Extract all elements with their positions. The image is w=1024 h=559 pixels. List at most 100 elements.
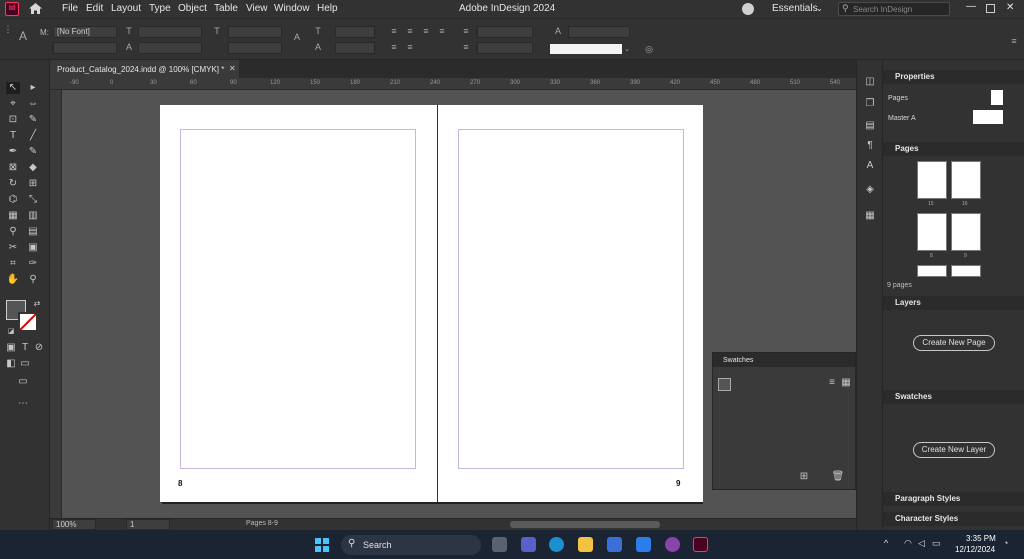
gap-tool-icon[interactable]: ⇔: [26, 98, 40, 110]
type-tool-icon[interactable]: T: [6, 130, 20, 142]
transform-tool-icon[interactable]: ⌗: [6, 258, 20, 270]
new-swatch-icon[interactable]: ⊞: [797, 471, 811, 483]
horizontal-ruler[interactable]: -90 0 30 60 90 120 150 180 210 240 270 300 330 360 390…: [50, 78, 856, 90]
clock-time[interactable]: 3:35 PM: [966, 534, 996, 543]
formatting-container-icon[interactable]: ▣: [4, 342, 18, 354]
workspace-switcher[interactable]: Essentials: [772, 3, 818, 14]
menu-help[interactable]: Help: [317, 3, 338, 14]
paragraph-icon[interactable]: ¶: [863, 140, 877, 152]
pages-panel-header[interactable]: Pages: [883, 142, 1024, 156]
page-thumbnail-16[interactable]: [951, 161, 981, 199]
zoom-field[interactable]: 100%: [52, 519, 96, 530]
line-tool-icon[interactable]: ╱: [26, 130, 40, 142]
frame-tool-icon[interactable]: ⊠: [6, 162, 20, 174]
chevron-up-icon[interactable]: ^: [884, 538, 888, 548]
zoom-tool-icon[interactable]: ⚲: [26, 274, 40, 286]
mail-icon[interactable]: [636, 537, 651, 552]
justify-all-icon[interactable]: ≡: [405, 43, 415, 52]
crop-tool-icon[interactable]: ⊡: [6, 114, 20, 126]
swatches-floating-panel[interactable]: Swatches ≡ ▦ ⊞ 🗑: [712, 352, 856, 490]
layers-panel-header[interactable]: Layers: [883, 296, 1024, 310]
color-theme-tool-icon[interactable]: ✑: [26, 258, 40, 270]
space-before-field[interactable]: [477, 42, 533, 54]
grid-view-icon[interactable]: ▦: [839, 377, 853, 389]
free-transform-tool-icon[interactable]: ⊞: [26, 178, 40, 190]
character-style-icon[interactable]: A: [292, 33, 302, 42]
scissors-tool-icon[interactable]: ✂: [6, 242, 20, 254]
chrome-icon[interactable]: [665, 537, 680, 552]
note-tool-icon[interactable]: ▣: [26, 242, 40, 254]
align-left-icon[interactable]: ≡: [389, 27, 399, 36]
notification-icon[interactable]: ◔: [1003, 538, 1008, 548]
panel-menu-icon[interactable]: ≡: [1009, 37, 1019, 46]
paragraph-style-icon[interactable]: A: [553, 27, 563, 36]
properties-panel-header[interactable]: Properties: [883, 70, 1024, 84]
store-icon[interactable]: [607, 537, 622, 552]
justify-icon[interactable]: ≡: [437, 27, 447, 36]
table-tool-icon[interactable]: ▦: [6, 210, 20, 222]
properties-icon[interactable]: ◫: [863, 76, 877, 88]
left-indent-field[interactable]: [477, 26, 533, 38]
menu-object[interactable]: Object: [178, 3, 207, 14]
chevron-down-icon[interactable]: ⌄: [816, 4, 823, 13]
close-button[interactable]: ✕: [1006, 2, 1014, 13]
indesign-taskbar-icon[interactable]: [693, 537, 708, 552]
character-formatting-icon[interactable]: A: [16, 29, 30, 43]
space-before-icon[interactable]: ≡: [461, 43, 471, 52]
chevron-down-icon[interactable]: ⌄: [622, 45, 632, 54]
pencil-tool-icon[interactable]: ✎: [26, 146, 40, 158]
edge-icon[interactable]: [549, 537, 564, 552]
clock-date[interactable]: 12/12/2024: [955, 545, 995, 554]
menu-edit[interactable]: Edit: [86, 3, 103, 14]
left-indent-icon[interactable]: ≡: [461, 27, 471, 36]
document-tab[interactable]: Product_Catalog_2024.indd @ 100% [CMYK] …: [50, 60, 240, 78]
eraser-tool-icon[interactable]: ◆: [26, 162, 40, 174]
content-placer-icon[interactable]: ✎: [26, 114, 40, 126]
font-style-dropdown[interactable]: [53, 42, 117, 54]
swatches-panel-header[interactable]: Swatches: [883, 390, 1024, 404]
display-performance-icon[interactable]: ▭: [16, 376, 30, 388]
paragraph-styles-panel-header[interactable]: Paragraph Styles: [883, 492, 1024, 506]
swatch-field[interactable]: [550, 44, 622, 54]
hand-tool-icon[interactable]: ✋: [6, 274, 20, 286]
rotate-tool-icon[interactable]: ↻: [6, 178, 20, 190]
paragraph-style-dropdown[interactable]: [568, 26, 630, 38]
layers-icon[interactable]: ◈: [863, 184, 877, 196]
gradient-feather-icon[interactable]: ▤: [26, 226, 40, 238]
more-tools-icon[interactable]: ⋯: [16, 398, 30, 410]
battery-icon[interactable]: ▭: [932, 538, 941, 549]
object-style-icon[interactable]: ◎: [644, 45, 654, 54]
sync-icon[interactable]: [742, 3, 754, 15]
page-left[interactable]: 8: [160, 105, 438, 502]
screen-mode-icon[interactable]: ◧: [4, 358, 18, 370]
gradient-tool-icon[interactable]: ▥: [26, 210, 40, 222]
page-right[interactable]: 9: [438, 105, 703, 502]
baseline-shift-field[interactable]: [335, 42, 375, 54]
fill-stroke-mini-icon[interactable]: [718, 378, 731, 391]
font-size-field[interactable]: [138, 26, 202, 38]
default-colors-icon[interactable]: ◪: [4, 326, 18, 338]
teams-icon[interactable]: [521, 537, 536, 552]
list-view-icon[interactable]: ≡: [825, 377, 839, 389]
preview-mode-icon[interactable]: ▭: [18, 358, 32, 370]
page-field[interactable]: 1: [126, 519, 170, 530]
pages-icon[interactable]: ❐: [863, 98, 877, 110]
apply-none-icon[interactable]: ⊘: [32, 342, 46, 354]
search-field[interactable]: ⚲ Search InDesign: [838, 2, 950, 16]
page-thumbnail[interactable]: [951, 265, 981, 277]
volume-icon[interactable]: ◁: [918, 538, 925, 549]
file-explorer-icon[interactable]: [578, 537, 593, 552]
pen-tool-icon[interactable]: ✒: [6, 146, 20, 158]
swatches-icon[interactable]: ▦: [863, 210, 877, 222]
create-new-page-button[interactable]: Create New Page: [913, 335, 995, 351]
taskbar-search[interactable]: ⚲ Search: [341, 535, 481, 555]
shear-tool-icon[interactable]: ⌬: [6, 194, 20, 206]
delete-icon[interactable]: 🗑: [831, 471, 845, 483]
stroke-swatch[interactable]: [18, 312, 38, 332]
menu-file[interactable]: File: [62, 3, 78, 14]
menu-layout[interactable]: Layout: [111, 3, 141, 14]
task-view-icon[interactable]: [492, 537, 507, 552]
menu-window[interactable]: Window: [274, 3, 310, 14]
selection-tool-icon[interactable]: ↖: [6, 82, 20, 94]
leading-field[interactable]: [138, 42, 202, 54]
